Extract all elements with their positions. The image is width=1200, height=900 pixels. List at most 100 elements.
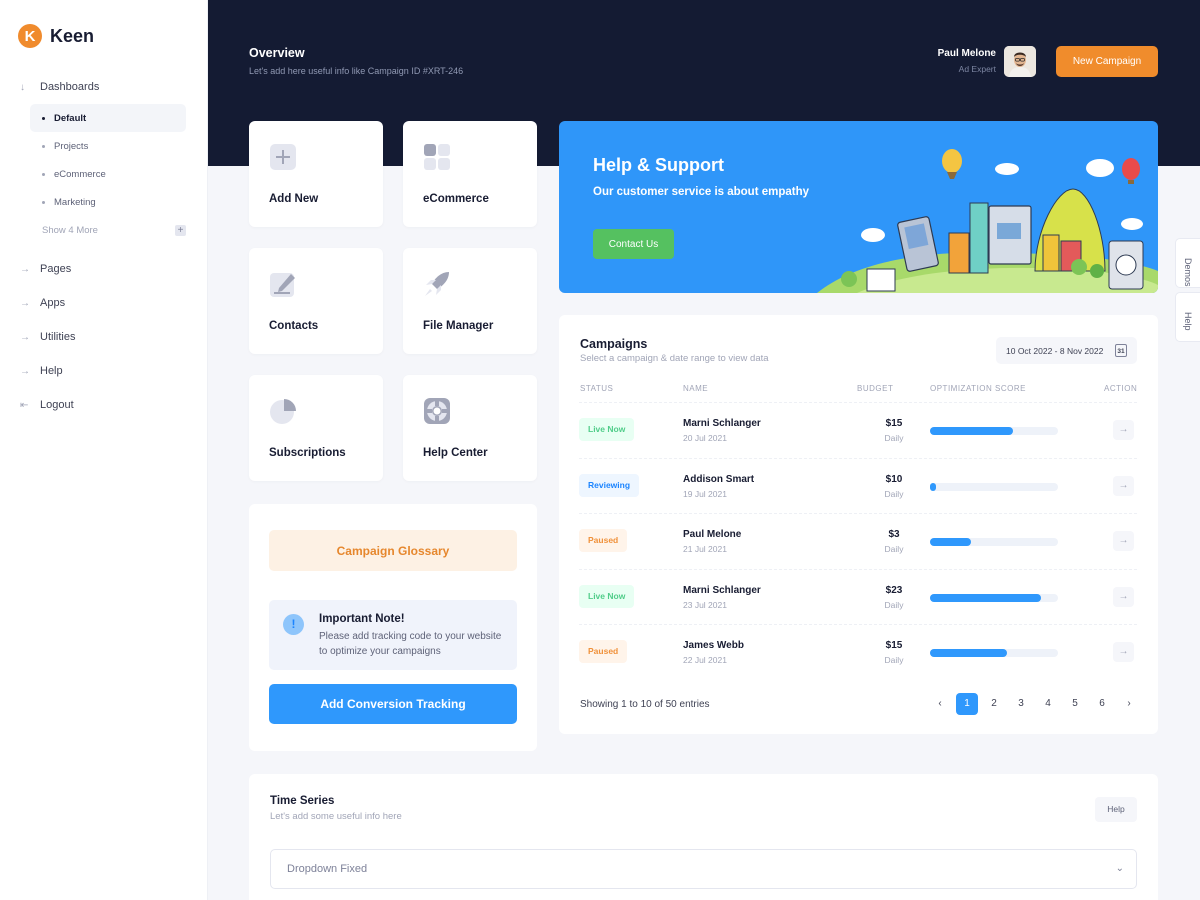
page-5-button[interactable]: 5 (1064, 693, 1086, 715)
tile-help-center[interactable]: Help Center (403, 375, 537, 481)
page-title: Overview (249, 46, 305, 60)
sidebar-subitem-marketing[interactable]: Marketing (30, 188, 186, 216)
time-series-card: Time Series Let's add some useful info h… (249, 774, 1158, 900)
help-tab[interactable]: Help (1175, 292, 1200, 342)
tile-ecommerce[interactable]: eCommerce (403, 121, 537, 227)
next-page-icon[interactable]: › (1118, 693, 1140, 715)
arrow-right-icon: → (20, 365, 30, 377)
page-3-button[interactable]: 3 (1010, 693, 1032, 715)
page-6-button[interactable]: 6 (1091, 693, 1113, 715)
status-badge: Reviewing (579, 473, 640, 497)
time-series-subtitle: Let's add some useful info here (270, 811, 402, 822)
column-header-score: OPTIMIZATION SCORE (930, 384, 1026, 393)
bullet-icon (42, 200, 45, 204)
note-title: Important Note! (319, 613, 405, 625)
info-icon: ! (283, 614, 304, 635)
optimization-score-fill (930, 427, 1014, 435)
sidebar-item-dashboards[interactable]: ↓ Dashboards (0, 70, 208, 104)
time-series-title: Time Series (270, 795, 335, 807)
table-row: Live Now Marni Schlanger 20 Jul 2021 $15 Dai… (579, 402, 1137, 457)
plus-icon (270, 144, 296, 170)
arrow-right-icon: → (20, 263, 30, 275)
pagination-info: Showing 1 to 10 of 50 entries (580, 699, 710, 710)
important-note: ! Important Note! Please add tracking co… (269, 600, 517, 670)
row-action-arrow-icon[interactable]: → (1113, 642, 1134, 662)
table-row: Paused James Webb 22 Jul 2021 $15 Daily → (579, 624, 1137, 679)
arrow-right-icon: → (20, 297, 30, 309)
campaigns-subtitle: Select a campaign & date range to view d… (580, 353, 769, 364)
sidebar-subitem-label: Default (54, 112, 87, 124)
grid-icon (424, 144, 450, 170)
pie-chart-icon (270, 399, 296, 424)
campaign-owner-name[interactable]: James Webb (683, 640, 744, 651)
help-support-banner: Help & Support Our customer service is a… (559, 121, 1158, 293)
glossary-card: Campaign Glossary ! Important Note! Plea… (249, 504, 537, 751)
row-action-arrow-icon[interactable]: → (1113, 475, 1134, 496)
previous-page-icon[interactable]: ‹ (929, 693, 951, 715)
bullet-icon (42, 144, 45, 148)
sidebar-subitem-projects[interactable]: Projects (30, 132, 186, 160)
tile-file-manager[interactable]: File Manager (403, 248, 537, 354)
sidebar-item-logout[interactable]: ⇤ Logout (0, 388, 208, 422)
brand[interactable]: K Keen (18, 24, 94, 48)
user-role: Ad Expert (958, 64, 996, 74)
sidebar-item-help[interactable]: → Help (0, 354, 208, 388)
show-more-link[interactable]: Show 4 More + (30, 216, 186, 244)
dropdown-placeholder: Dropdown Fixed (287, 863, 368, 875)
column-header-status: STATUS (580, 384, 614, 393)
page-1-button[interactable]: 1 (956, 693, 978, 715)
pagination: ‹ 1 2 3 4 5 6 › (929, 693, 1145, 715)
help-subtitle: Our customer service is about empathy (593, 186, 810, 198)
bullet-icon (42, 172, 45, 176)
column-header-budget: BUDGET (857, 384, 894, 393)
sidebar: K Keen ↓ Dashboards Default Projects eCo… (0, 0, 208, 900)
campaign-owner-name[interactable]: Marni Schlanger (683, 585, 761, 596)
time-series-help-button[interactable]: Help (1095, 797, 1137, 822)
sidebar-item-utilities[interactable]: → Utilities (0, 320, 208, 354)
tile-label: File Manager (423, 320, 494, 332)
campaign-owner-name[interactable]: Marni Schlanger (683, 418, 761, 429)
tile-contacts[interactable]: Contacts (249, 248, 383, 354)
sidebar-nav: ↓ Dashboards Default Projects eCommerce … (0, 70, 208, 422)
avatar[interactable] (1004, 46, 1036, 77)
budget-period: Daily (884, 488, 904, 499)
dropdown-fixed-select[interactable]: Dropdown Fixed ⌄ (270, 849, 1137, 889)
new-campaign-button[interactable]: New Campaign (1056, 46, 1158, 77)
campaign-date: 20 Jul 2021 (683, 433, 727, 443)
budget-period: Daily (884, 433, 904, 443)
campaign-date: 19 Jul 2021 (683, 488, 727, 499)
sidebar-item-label: Logout (40, 399, 74, 411)
page-4-button[interactable]: 4 (1037, 693, 1059, 715)
row-action-arrow-icon[interactable]: → (1113, 531, 1134, 551)
avatar-image (1004, 46, 1036, 77)
add-conversion-tracking-button[interactable]: Add Conversion Tracking (269, 684, 517, 724)
sidebar-subitem-label: eCommerce (54, 168, 106, 180)
optimization-score-bar (930, 649, 1058, 657)
status-badge: Live Now (579, 418, 635, 441)
lifebuoy-icon (424, 398, 450, 424)
help-tab-label: Help (1183, 312, 1193, 331)
sidebar-subitem-ecommerce[interactable]: eCommerce (30, 160, 186, 188)
tile-subscriptions[interactable]: Subscriptions (249, 375, 383, 481)
column-header-action: ACTION (1104, 384, 1138, 393)
city-illustration (817, 149, 1158, 293)
page-2-button[interactable]: 2 (983, 693, 1005, 715)
demos-tab[interactable]: Demos (1175, 238, 1200, 288)
campaign-owner-name[interactable]: Paul Melone (683, 529, 741, 540)
sidebar-subitem-default[interactable]: Default (30, 104, 186, 132)
sidebar-item-label: Utilities (40, 331, 76, 343)
campaign-owner-name[interactable]: Addison Smart (683, 474, 754, 485)
date-range-picker[interactable]: 10 Oct 2022 - 8 Nov 2022 31 (996, 337, 1137, 364)
table-row: Paused Paul Melone 21 Jul 2021 $3 Daily → (579, 513, 1137, 568)
campaign-date: 23 Jul 2021 (683, 599, 727, 610)
contact-us-button[interactable]: Contact Us (593, 229, 674, 259)
sidebar-item-pages[interactable]: → Pages (0, 252, 208, 286)
chevron-down-icon: ⌄ (1115, 863, 1124, 874)
row-action-arrow-icon[interactable]: → (1113, 586, 1134, 607)
sidebar-item-apps[interactable]: → Apps (0, 286, 208, 320)
campaign-glossary-button[interactable]: Campaign Glossary (269, 530, 517, 571)
user-name: Paul Melone (937, 48, 996, 59)
row-action-arrow-icon[interactable]: → (1113, 420, 1134, 440)
tile-label: Help Center (423, 447, 488, 459)
tile-add-new[interactable]: Add New (249, 121, 383, 227)
